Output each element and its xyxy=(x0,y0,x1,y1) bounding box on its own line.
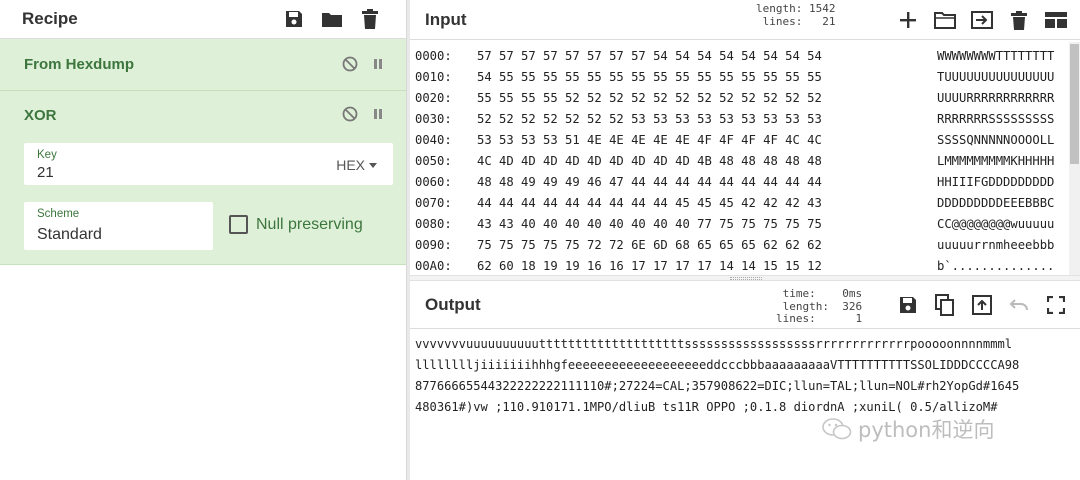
scheme-label: Scheme xyxy=(37,208,80,220)
trash-icon[interactable] xyxy=(1005,6,1033,34)
folder-icon[interactable] xyxy=(318,5,346,33)
grip-icon xyxy=(730,277,762,280)
undo-icon[interactable] xyxy=(1005,291,1033,319)
null-preserving-checkbox[interactable]: Null preserving xyxy=(229,215,363,234)
watermark-text: python和逆向 xyxy=(858,418,995,442)
recipe-title: Recipe xyxy=(22,9,78,28)
layout-icon[interactable] xyxy=(1042,6,1070,34)
scheme-value: Standard xyxy=(37,226,102,243)
input-textarea[interactable]: 0000: 57 57 57 57 57 57 57 57 54 54 54 54… xyxy=(415,46,1070,274)
disable-icon[interactable] xyxy=(342,56,358,77)
input-pane: Input length: 1542 lines: 21 0000:57 57 xyxy=(410,0,1080,275)
key-field[interactable]: Key 21 HEX xyxy=(24,143,393,185)
hex-line: 0010: 54 55 55 55 55 55 55 55 55 55 55 55… xyxy=(415,70,1055,84)
trash-icon[interactable] xyxy=(356,5,384,33)
replace-input-icon[interactable] xyxy=(968,291,996,319)
lines-value: 21 xyxy=(822,14,836,28)
disable-icon[interactable] xyxy=(342,106,358,127)
length-label: length: xyxy=(782,299,829,313)
hex-line: 0030: 52 52 52 52 52 52 52 53 53 53 53 53… xyxy=(415,112,1055,126)
key-value[interactable]: 21 xyxy=(37,164,54,181)
plus-icon[interactable] xyxy=(894,6,922,34)
recipe-header: Recipe xyxy=(0,0,406,39)
hex-line: 0050: 4C 4D 4D 4D 4D 4D 4D 4D 4D 4D 4B 48… xyxy=(415,154,1055,168)
checkbox-icon[interactable] xyxy=(229,215,248,234)
pause-icon[interactable] xyxy=(372,57,384,76)
lines-label: lines: xyxy=(762,14,803,28)
time-value: 0ms xyxy=(842,287,863,300)
output-pane: Output time: 0ms length: 326 lines: 1 vv… xyxy=(410,281,1080,480)
lines-label: lines: xyxy=(776,312,816,325)
operation-xor[interactable]: XOR Key 21 HEX Scheme Standard Null pres… xyxy=(0,91,406,265)
hex-line: 0000: 57 57 57 57 57 57 57 57 54 54 54 54… xyxy=(415,49,1055,63)
output-line: lllllllljiiiiiiihhhgfeeeeeeeeeeeeeeeeeee… xyxy=(415,358,1020,372)
watermark: python和逆向 xyxy=(822,414,994,444)
input-header: Input length: 1542 lines: 21 xyxy=(410,0,1080,40)
input-stats: length: 1542 lines: 21 xyxy=(756,2,836,28)
hex-line: 0070: 44 44 44 44 44 44 44 44 44 45 45 45… xyxy=(415,196,1055,210)
output-line: vvvvvvvuuuuuuuuuuttttttttttttttttttttsss… xyxy=(415,337,1013,351)
length-value: 326 xyxy=(842,299,863,313)
operation-from-hexdump[interactable]: From Hexdump xyxy=(0,39,406,91)
hex-line: 0080: 43 43 40 40 40 40 40 40 40 40 77 75… xyxy=(415,217,1055,231)
key-format-dropdown[interactable]: HEX xyxy=(336,157,377,173)
output-header: Output time: 0ms length: 326 lines: 1 xyxy=(410,281,1080,329)
save-icon[interactable] xyxy=(280,5,308,33)
caret-down-icon xyxy=(369,162,377,168)
hex-line: 0040: 53 53 53 53 51 4E 4E 4E 4E 4E 4F 4F… xyxy=(415,133,1055,147)
hex-line: 0090: 75 75 75 75 75 72 72 6E 6D 68 65 65… xyxy=(415,238,1055,252)
key-format-value: HEX xyxy=(336,157,365,173)
copy-icon[interactable] xyxy=(931,291,959,319)
lines-value: 1 xyxy=(855,312,863,325)
output-line: 87766665544322222222111110#;27224=CAL;35… xyxy=(415,379,1020,393)
output-stats: time: 0ms length: 326 lines: 1 xyxy=(776,287,863,326)
save-icon[interactable] xyxy=(894,291,922,319)
input-title: Input xyxy=(425,9,467,29)
pause-icon[interactable] xyxy=(372,107,384,126)
hex-line: 0060: 48 48 49 49 49 46 47 44 44 44 44 44… xyxy=(415,175,1055,189)
time-label: time: xyxy=(782,287,816,300)
length-value: 1542 xyxy=(808,2,836,15)
length-label: length: xyxy=(756,2,803,15)
from-hexdump-title: From Hexdump xyxy=(24,56,135,73)
hex-line: 0020: 55 55 55 55 52 52 52 52 52 52 52 52… xyxy=(415,91,1055,105)
recipe-panel: Recipe From Hexdump XOR Key 21 HEX Schem… xyxy=(0,0,407,480)
null-preserving-label: Null preserving xyxy=(256,215,363,233)
scheme-select[interactable]: Scheme Standard xyxy=(24,202,213,250)
fullscreen-icon[interactable] xyxy=(1042,291,1070,319)
output-title: Output xyxy=(425,294,481,314)
folder-open-icon[interactable] xyxy=(931,6,959,34)
wechat-icon xyxy=(822,418,852,440)
output-textarea[interactable]: vvvvvvvuuuuuuuuuuttttttttttttttttttttsss… xyxy=(415,334,1075,418)
key-label: Key xyxy=(37,149,57,161)
scrollbar-thumb[interactable] xyxy=(1070,44,1079,164)
input-scrollbar[interactable] xyxy=(1069,42,1080,275)
hex-line: 00A0: 62 60 18 19 19 16 16 17 17 17 17 14… xyxy=(415,259,1055,273)
import-icon[interactable] xyxy=(968,6,996,34)
